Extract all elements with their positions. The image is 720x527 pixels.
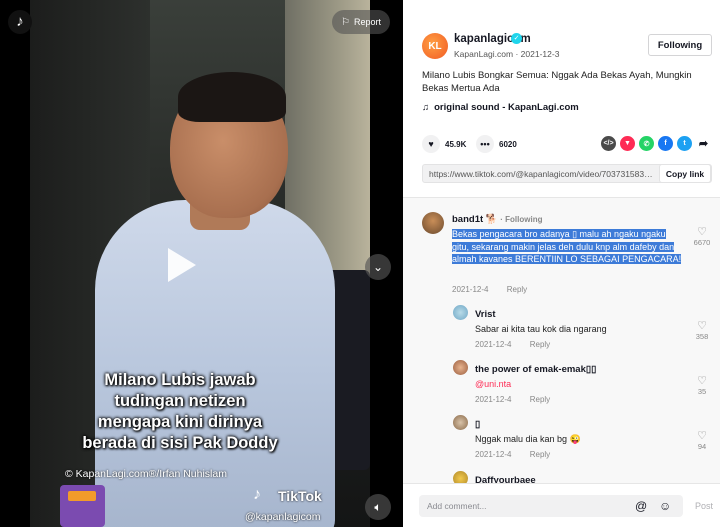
reply-avatar[interactable] bbox=[453, 471, 468, 483]
like-stat[interactable]: ♥ 45.9K bbox=[422, 135, 466, 153]
caption-line: mengapa kini dirinya bbox=[97, 413, 263, 431]
comment-stat[interactable]: ••• 6020 bbox=[476, 135, 517, 153]
volume-icon: 🔈︎ bbox=[374, 499, 382, 514]
post-button[interactable]: Post bbox=[695, 501, 713, 511]
music-link[interactable]: ♫ original sound - KapanLagi.com bbox=[422, 102, 579, 113]
sticker-image bbox=[60, 485, 105, 527]
reply-like-count: 358 bbox=[695, 332, 709, 341]
send-icon[interactable]: ▼ bbox=[620, 136, 635, 151]
embed-icon[interactable]: </> bbox=[601, 136, 616, 151]
caption-line: Milano Lubis jawab bbox=[104, 371, 256, 389]
reply-date: 2021-12-4 bbox=[475, 450, 512, 459]
video-credit: © KapanLagi.com®/Irfan Nuhislam bbox=[65, 468, 227, 480]
emoji-icon[interactable]: ☺ bbox=[659, 499, 671, 513]
verified-badge-icon: ✓ bbox=[511, 33, 522, 44]
reply-button[interactable]: Reply bbox=[507, 285, 527, 294]
author-nickname-date: KapanLagi.com · 2021-12-3 bbox=[454, 49, 559, 59]
reply-button[interactable]: Reply bbox=[530, 340, 550, 349]
video-link[interactable]: https://www.tiktok.com/@kapanlagicom/vid… bbox=[429, 169, 653, 179]
reply-button[interactable]: Reply bbox=[530, 395, 550, 404]
reply-meta: 2021-12-4 Reply bbox=[475, 395, 566, 404]
reply-like[interactable]: ♡ 35 bbox=[691, 375, 713, 396]
following-tag: · Following bbox=[500, 215, 543, 224]
heart-outline-icon[interactable]: ♡ bbox=[691, 430, 713, 442]
reply-username[interactable]: the power of emak-emak▯▯ bbox=[475, 364, 596, 375]
reply-avatar[interactable] bbox=[453, 305, 468, 320]
comment-text: Bekas pengacara bro adanya ▯ malu ah nga… bbox=[452, 228, 685, 266]
more-share-icon[interactable]: ➦ bbox=[696, 136, 711, 151]
chevron-down-icon: ⌄ bbox=[372, 260, 384, 274]
heart-outline-icon[interactable]: ♡ bbox=[691, 320, 713, 332]
reply-meta: 2021-12-4 Reply bbox=[475, 450, 566, 459]
copy-link-button[interactable]: Copy link bbox=[659, 164, 711, 183]
comment-like-count: 6670 bbox=[693, 238, 711, 247]
tiktok-watermark-name: TikTok bbox=[278, 488, 322, 504]
author-nickname: KapanLagi.com bbox=[454, 49, 514, 59]
comment-username-text: band1t bbox=[452, 214, 484, 225]
comment-avatar[interactable] bbox=[422, 212, 444, 234]
whatsapp-icon[interactable]: ✆ bbox=[639, 136, 654, 151]
comment-bar: Add comment... @ ☺ Post bbox=[403, 483, 720, 527]
comment-list[interactable]: band1t 🐕 · Following Bekas pengacara bro… bbox=[403, 197, 720, 483]
reply-meta: 2021-12-4 Reply bbox=[475, 340, 566, 349]
reply-text: Nggak malu dia kan bg 😜 bbox=[475, 434, 581, 444]
music-title: original sound - KapanLagi.com bbox=[434, 102, 579, 113]
reply-avatar[interactable] bbox=[453, 360, 468, 375]
reply-username[interactable]: Vrist bbox=[475, 309, 496, 320]
comment-text-selected: Bekas pengacara bro adanya ▯ malu ah nga… bbox=[452, 229, 682, 264]
comment-username[interactable]: band1t 🐕 · Following bbox=[452, 214, 542, 225]
reply-like-count: 35 bbox=[697, 387, 707, 396]
next-video-button[interactable]: ⌄ bbox=[365, 254, 391, 280]
author-avatar[interactable]: KL bbox=[422, 33, 448, 59]
tiktok-watermark-icon: ♪ bbox=[253, 486, 261, 503]
comment-icon[interactable]: ••• bbox=[476, 135, 494, 153]
comment-like[interactable]: ♡ 6670 bbox=[691, 226, 713, 247]
caption-line: tudingan netizen bbox=[114, 392, 246, 410]
tiktok-logo-icon[interactable]: ♪ bbox=[8, 10, 32, 34]
report-button[interactable]: ⚐ Report bbox=[332, 10, 390, 34]
following-button[interactable]: Following bbox=[648, 34, 712, 56]
reply-date: 2021-12-4 bbox=[475, 340, 512, 349]
caption-line: berada di sisi Pak Doddy bbox=[82, 434, 278, 452]
person-hair bbox=[178, 72, 286, 122]
watermark-handle: @kapanlagicom bbox=[245, 511, 321, 523]
reply-username[interactable]: Daffyourbaee bbox=[475, 475, 536, 483]
heart-icon[interactable]: ♥ bbox=[422, 135, 440, 153]
twitter-icon[interactable]: t bbox=[677, 136, 692, 151]
reply-username[interactable]: ▯ bbox=[475, 419, 480, 430]
video-description: Milano Lubis Bongkar Semua: Nggak Ada Be… bbox=[422, 70, 692, 94]
video-link-box: https://www.tiktok.com/@kapanlagicom/vid… bbox=[422, 164, 712, 183]
comment-placeholder: Add comment... bbox=[427, 501, 487, 511]
facebook-icon[interactable]: f bbox=[658, 136, 673, 151]
comment-date: 2021-12-4 bbox=[452, 285, 489, 294]
volume-button[interactable]: 🔈︎ bbox=[365, 494, 391, 520]
dog-emoji: 🐕 bbox=[485, 214, 498, 225]
reply-button[interactable]: Reply bbox=[530, 450, 550, 459]
reply-text: Sabar ai kita tau kok dia ngarang bbox=[475, 324, 607, 334]
reply-avatar[interactable] bbox=[453, 415, 468, 430]
reply-date: 2021-12-4 bbox=[475, 395, 512, 404]
like-count: 45.9K bbox=[445, 139, 467, 149]
music-note-icon: ♫ bbox=[422, 102, 430, 113]
flag-icon: ⚐ bbox=[341, 16, 350, 28]
reply-like[interactable]: ♡ 94 bbox=[691, 430, 713, 451]
play-icon[interactable] bbox=[168, 248, 196, 282]
comment-input[interactable]: Add comment... @ ☺ bbox=[419, 495, 683, 517]
heart-outline-icon[interactable]: ♡ bbox=[691, 375, 713, 387]
post-date: 2021-12-3 bbox=[520, 49, 560, 59]
reply-mention[interactable]: @uni.nta bbox=[475, 378, 511, 391]
mention-icon[interactable]: @ bbox=[635, 499, 647, 513]
comment-count: 6020 bbox=[499, 139, 517, 149]
separator: · bbox=[515, 49, 519, 59]
video-player[interactable]: Milano Lubis jawab tudingan netizen meng… bbox=[0, 0, 403, 527]
reply-like-count: 94 bbox=[697, 442, 707, 451]
heart-outline-icon[interactable]: ♡ bbox=[691, 226, 713, 238]
comment-meta: 2021-12-4 Reply bbox=[452, 285, 543, 294]
reply-like[interactable]: ♡ 358 bbox=[691, 320, 713, 341]
report-label: Report bbox=[353, 17, 381, 27]
video-info-panel: KL kapanlagicom ✓ KapanLagi.com · 2021-1… bbox=[403, 0, 720, 527]
video-caption: Milano Lubis jawab tudingan netizen meng… bbox=[40, 370, 320, 454]
